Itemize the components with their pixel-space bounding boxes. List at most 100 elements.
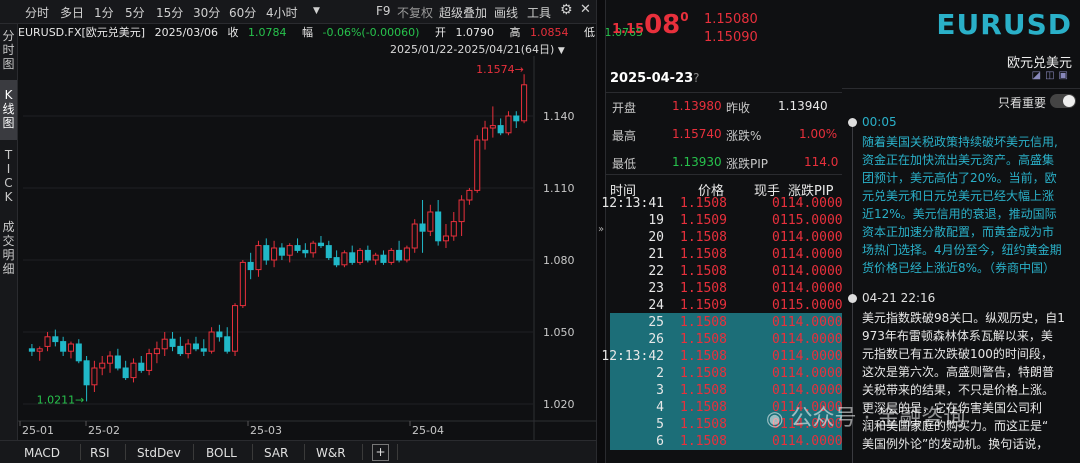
tick-row[interactable]: 21 1.1508 0 114.0000 <box>606 247 842 264</box>
tab-60min[interactable]: 60分 <box>229 4 256 21</box>
high-annotation: 1.1574→ <box>476 63 524 76</box>
tab-intraday[interactable]: 分时 <box>25 4 49 21</box>
sidebar-tab-tick[interactable]: TICK <box>0 148 17 210</box>
news-text-line[interactable]: 973年布雷顿森林体系瓦解以来，美 <box>862 327 1053 344</box>
news-dot <box>848 294 857 303</box>
tab-15min[interactable]: 15分 <box>156 4 183 21</box>
tick-cell: 1.1508 <box>680 383 727 398</box>
no-adjust-button[interactable]: 不复权 <box>397 4 433 21</box>
tick-row[interactable]: 12:13:41 1.1508 0 114.0000 <box>601 196 842 213</box>
candle-body <box>419 223 426 232</box>
chevron-down-icon[interactable]: ▼ <box>313 6 320 16</box>
grid-icon[interactable]: ◫ <box>1045 70 1058 81</box>
candle-body <box>271 247 278 261</box>
news-text-line[interactable]: 资本正加速分散配置，而黄金成为市 <box>862 223 1054 240</box>
tick-row[interactable]: 26 1.1508 0 114.0000 <box>606 332 842 349</box>
indicator-rsi[interactable]: RSI <box>90 444 110 462</box>
tab-30min[interactable]: 30分 <box>193 4 220 21</box>
tick-row[interactable]: 22 1.1508 0 114.0000 <box>606 264 842 281</box>
sidebar-tab-timeshare[interactable]: 分时图 <box>0 26 17 74</box>
quote-date: 2025-04-23? <box>610 71 700 86</box>
bid-price: 1.15080 <box>704 12 758 27</box>
edit-icon[interactable]: ◪ <box>1032 70 1045 81</box>
y-tick-label: 1.080 <box>543 254 575 267</box>
tick-row[interactable]: 19 1.1509 0 115.0000 <box>606 213 842 230</box>
indicator-wr[interactable]: W&R <box>316 444 346 462</box>
panel-icons[interactable]: ◪◫▣ <box>1032 70 1072 81</box>
tick-row[interactable]: 3 1.1508 0 114.0000 <box>606 383 842 400</box>
candle-body <box>75 343 82 362</box>
f9-button[interactable]: F9 <box>376 4 391 18</box>
x-tick-label: 25-04 <box>412 424 444 437</box>
news-text-line[interactable]: 近12%。美元信用的衰退，推动国际 <box>862 205 1057 222</box>
tick-cell: 1.1508 <box>680 417 727 432</box>
tick-row[interactable]: 12:13:42 1.1508 0 114.0000 <box>601 349 842 366</box>
tick-cell: 5 <box>656 417 664 432</box>
news-text-line[interactable]: 元指数已有五次跌破100的时间段， <box>862 345 1053 362</box>
news-text-line[interactable]: 资金正在加快流出美元资产。高盛集 <box>862 151 1054 168</box>
news-text-line[interactable]: 这次是第六次。高盛则警告，特朗普 <box>862 363 1054 380</box>
news-text-line[interactable]: 随着美国关税政策持续破坏美元信用, <box>862 133 1058 150</box>
draw-line-button[interactable]: 画线 <box>494 4 518 21</box>
symbol-label: EURUSD.FX[欧元兑美元] <box>18 26 146 39</box>
tick-cell: 1.1508 <box>680 434 727 449</box>
news-text-line[interactable]: 团预计，美元高估了20%。当前，欧 <box>862 169 1057 186</box>
sidebar-tab-kline[interactable]: K线图 <box>0 80 17 140</box>
tick-cell: 1.1509 <box>680 298 727 313</box>
news-text-line[interactable]: 美元指数跌破98关口。纵观历史，自1 <box>862 309 1065 326</box>
tick-row[interactable]: 23 1.1508 0 114.0000 <box>606 281 842 298</box>
add-indicator-button[interactable]: + <box>372 444 389 461</box>
prev-close-label: 昨收 <box>726 101 751 115</box>
indicator-macd[interactable]: MACD <box>24 444 60 462</box>
close-icon[interactable]: ✕ <box>580 2 591 17</box>
candle-body <box>44 336 51 347</box>
tick-cell: 0 <box>772 332 780 347</box>
candle-body <box>247 261 254 271</box>
indicator-boll[interactable]: BOLL <box>206 444 237 462</box>
candle-body <box>52 336 59 343</box>
super-overlay-button[interactable]: 超级叠加 <box>439 4 487 21</box>
date-range-selector[interactable]: 2025/01/22-2025/04/21(64日) ▼ <box>390 41 565 57</box>
quote-info-line: EURUSD.FX[欧元兑美元] 2025/03/06 收 1.0784 幅 -… <box>18 24 643 42</box>
candle-body <box>36 348 43 352</box>
tick-cell: 1.1509 <box>680 213 727 228</box>
gear-icon[interactable]: ⚙ <box>560 2 573 18</box>
tick-row[interactable]: 25 1.1508 0 114.0000 <box>606 315 842 332</box>
news-text-line[interactable]: 货价格已经上涨近8%。（券商中国） <box>862 259 1055 276</box>
tab-multiday[interactable]: 多日 <box>60 4 84 21</box>
candle-body <box>130 362 137 379</box>
sidebar-tab-trades[interactable]: 成交明细 <box>0 220 17 290</box>
important-only-toggle[interactable] <box>1050 94 1076 108</box>
high-label: 最高 <box>612 129 637 143</box>
tick-row[interactable]: 6 1.1508 0 114.0000 <box>606 434 842 451</box>
indicator-stddev[interactable]: StdDev <box>137 444 181 462</box>
tick-row[interactable]: 20 1.1508 0 114.0000 <box>606 230 842 247</box>
help-icon[interactable]: ? <box>693 71 699 85</box>
tab-5min[interactable]: 5分 <box>125 4 145 21</box>
candle-body <box>161 338 168 350</box>
tools-button[interactable]: 工具 <box>527 4 551 21</box>
news-text-line[interactable]: 场热门选择。4月份至今，纽约黄金期 <box>862 241 1062 258</box>
tick-cell: 114.0000 <box>780 383 843 398</box>
news-text-line[interactable]: 关税带来的结果，不只是价格上涨。 <box>862 381 1054 398</box>
panel-splitter[interactable]: » <box>596 0 606 463</box>
news-text-line[interactable]: 元兑美元和日元兑美元已经大幅上涨 <box>862 187 1054 204</box>
candle-body <box>521 84 528 122</box>
expand-icon[interactable]: » <box>598 224 604 235</box>
window-icon[interactable]: ▣ <box>1059 70 1072 81</box>
sidebar-tab-label: TICK <box>4 148 13 204</box>
sidebar-tab-label: 分时图 <box>2 29 15 71</box>
tick-cell: 114.0000 <box>780 332 843 347</box>
news-text-line[interactable]: 美国例外论”的发动机。换句话说， <box>862 435 1048 452</box>
indicator-sar[interactable]: SAR <box>264 444 288 462</box>
candle-body <box>192 343 200 350</box>
tick-cell: 114.0000 <box>780 315 843 330</box>
tick-row[interactable]: 2 1.1508 0 114.0000 <box>606 366 842 383</box>
tab-4hour[interactable]: 4小时 <box>266 4 298 21</box>
tick-cell: 1.1508 <box>680 281 727 296</box>
change-label: 幅 -0.06%(-0.00060) <box>302 26 420 39</box>
candle-body <box>169 338 176 347</box>
tick-row[interactable]: 24 1.1509 0 115.0000 <box>606 298 842 315</box>
candlestick-chart[interactable]: 1.140 1.110 1.080 1.050 1.020 25-01 25-02 25-03… <box>18 56 596 440</box>
tab-1min[interactable]: 1分 <box>94 4 114 21</box>
